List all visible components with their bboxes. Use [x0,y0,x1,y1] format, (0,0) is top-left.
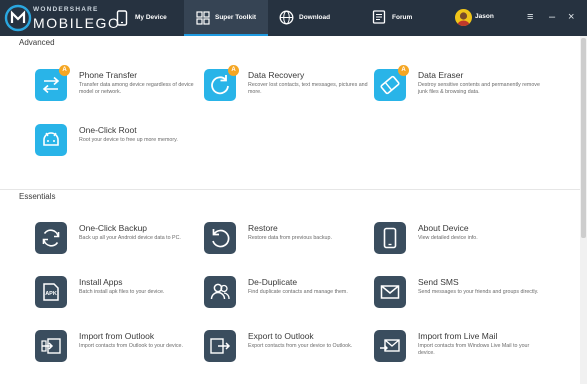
brand-wordmark-top: WONDERSHARE [33,6,99,13]
advanced-badge: A [59,65,70,76]
tool-description: Import contacts from Windows Live Mail t… [418,343,530,356]
tool-description: Transfer data among device regardless of… [79,82,194,95]
tool-description: Restore data from previous backup. [248,235,332,241]
tool-description: Recover lost contacts, text messages, pi… [248,82,368,95]
scrollbar-thumb[interactable] [581,38,586,238]
tab-label: My Device [135,14,167,21]
close-button[interactable]: × [568,12,574,23]
section-title-advanced: Advanced [19,38,55,47]
tool-de-duplicate[interactable]: De-Duplicate Find duplicate contacts and… [204,276,369,316]
tool-restore[interactable]: Restore Restore data from previous backu… [204,222,369,262]
contacts-icon [204,276,236,308]
user-name: Jason [475,13,494,20]
tool-send-sms[interactable]: Send SMS Send messages to your friends a… [374,276,539,316]
envelope-icon [374,276,406,308]
tool-description: Find duplicate contacts and manage them. [248,289,348,295]
tool-title: Restore [248,223,278,233]
tool-one-click-backup[interactable]: One-Click Backup Back up all your Androi… [35,222,200,262]
live-mail-icon [374,330,406,362]
tool-data-eraser[interactable]: A Data Eraser Destroy sensitive contents… [374,65,540,109]
restore-icon [204,222,236,254]
tab-label: Super Toolkit [215,14,257,21]
avatar-icon [455,9,472,26]
tab-super-toolkit[interactable]: Super Toolkit [184,0,268,36]
tab-download[interactable]: Download [268,0,356,36]
tool-description: Destroy sensitive contents and permanent… [418,82,540,95]
section-divider [0,189,580,190]
phone-icon [116,10,128,26]
tool-title: Export to Outlook [248,331,314,341]
tool-title: Import from Outlook [79,331,155,341]
user-account[interactable]: Jason [455,9,525,27]
tool-title: Import from Live Mail [418,331,498,341]
vertical-scrollbar[interactable] [580,36,587,384]
tool-title: Send SMS [418,277,459,287]
android-root-icon [35,124,67,156]
apk-icon: APK [35,276,67,308]
section-title-essentials: Essentials [19,192,56,201]
tool-title: About Device [418,223,469,233]
tool-title: Phone Transfer [79,70,138,80]
device-info-icon [374,222,406,254]
tool-description: Root your device to free up more memory. [79,137,178,143]
tool-description: View detailed device info. [418,235,478,241]
tool-description: Batch install apk files to your device. [79,289,165,295]
grid-icon [196,11,210,25]
mobilego-logo-icon [4,4,32,32]
backup-icon [35,222,67,254]
tool-import-from-live-mail[interactable]: Import from Live Mail Import contacts fr… [374,330,539,370]
minimize-button[interactable]: – [549,12,555,23]
tool-title: Data Eraser [418,70,464,80]
tool-description: Import contacts from Outlook to your dev… [79,343,183,349]
tool-import-from-outlook[interactable]: Import from Outlook Import contacts from… [35,330,200,370]
tool-description: Send messages to your friends and groups… [418,289,539,295]
tab-label: Download [299,14,331,21]
tool-about-device[interactable]: About Device View detailed device info. [374,222,539,262]
tool-description: Export contacts from your device to Outl… [248,343,353,349]
tool-data-recovery[interactable]: A Data Recovery Recover lost contacts, t… [204,65,369,109]
advanced-badge: A [398,65,409,76]
tool-phone-transfer[interactable]: A Phone Transfer Transfer data among dev… [35,65,200,109]
tool-description: Back up all your Android device data to … [79,235,181,241]
top-bar: WONDERSHARE MOBILEGO My Device Super Too… [0,0,587,36]
svg-text:APK: APK [45,291,57,297]
toolkit-content: Advanced A Phone Transfer Transfer data … [0,36,587,384]
forum-icon [372,10,386,24]
globe-icon [279,10,294,25]
tab-forum[interactable]: Forum [362,0,446,36]
tool-title: One-Click Backup [79,223,148,233]
tool-one-click-root[interactable]: One-Click Root Root your device to free … [35,124,200,164]
tool-title: De-Duplicate [248,277,298,287]
tool-title: One-Click Root [79,125,137,135]
import-outlook-icon [35,330,67,362]
export-outlook-icon [204,330,236,362]
tab-my-device[interactable]: My Device [104,0,182,36]
tool-export-to-outlook[interactable]: Export to Outlook Export contacts from y… [204,330,369,370]
tool-title: Install Apps [79,277,123,287]
menu-icon[interactable]: ≡ [527,12,533,23]
tool-title: Data Recovery [248,70,305,80]
advanced-badge: A [228,65,239,76]
tool-install-apps[interactable]: APK Install Apps Batch install apk files… [35,276,200,316]
tab-label: Forum [392,14,413,21]
